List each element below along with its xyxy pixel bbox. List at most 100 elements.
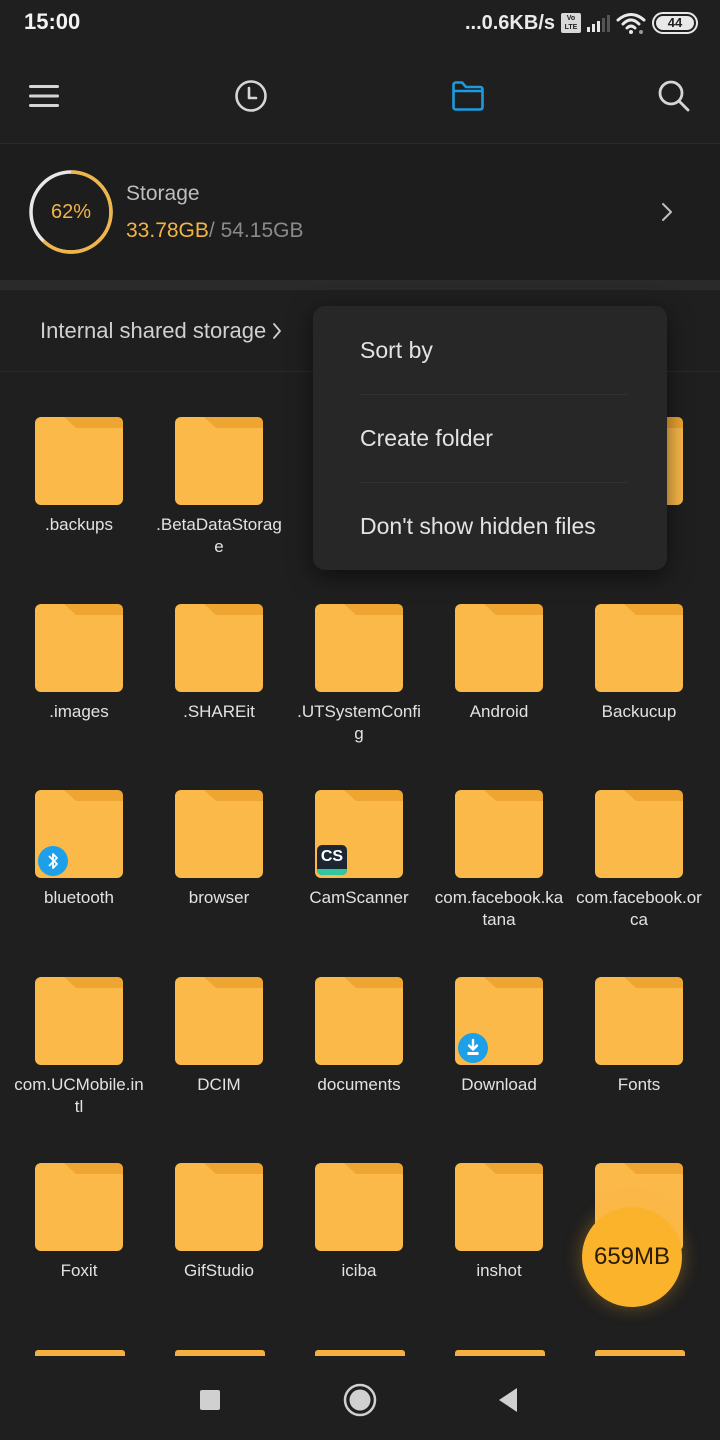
overflow-menu: Sort by Create folder Don't show hidden … xyxy=(313,306,667,570)
folder-images[interactable]: .images xyxy=(9,559,149,745)
folder-betadatastorage[interactable]: .BetaDataStorage xyxy=(149,372,289,558)
folder-peek xyxy=(35,1350,125,1356)
folder-icon xyxy=(315,976,403,1065)
folder-icon xyxy=(175,603,263,692)
folder-name: bluetooth xyxy=(44,888,114,907)
back-triangle-icon xyxy=(499,1388,517,1412)
folder-icon xyxy=(35,603,123,692)
system-navigation-bar xyxy=(0,1360,720,1440)
folder-name: Foxit xyxy=(60,1261,98,1280)
folder-camscanner[interactable]: CS CamScanner xyxy=(289,745,429,931)
camscanner-stripe xyxy=(317,869,347,875)
status-time: 15:00 xyxy=(24,9,81,34)
camscanner-label: CS xyxy=(320,848,344,865)
menu-item-hide-hidden-files[interactable]: Don't show hidden files xyxy=(313,482,667,570)
folder-com-facebook-orca[interactable]: com.facebook.orca xyxy=(569,745,709,931)
folder-name: com.UCMobile.intl xyxy=(14,1074,144,1116)
storage-used: 33.78GB xyxy=(126,219,209,242)
folder-name: .BetaDataStorage xyxy=(156,515,282,556)
cleanup-fab[interactable]: 659MB xyxy=(582,1207,682,1307)
folder-name: com.facebook.orca xyxy=(576,888,702,929)
folder-inshot[interactable]: inshot xyxy=(429,1118,569,1304)
menu-button[interactable] xyxy=(22,74,66,118)
volte-icon: Vo LTE xyxy=(561,13,581,33)
search-button[interactable] xyxy=(652,74,696,118)
folder-iciba[interactable]: iciba xyxy=(289,1118,429,1304)
folder-icon xyxy=(595,976,683,1065)
folder-name: CamScanner xyxy=(309,888,409,907)
folder-backups[interactable]: .backups xyxy=(9,372,149,558)
folder-icon xyxy=(35,976,123,1065)
back-button[interactable] xyxy=(486,1378,530,1422)
folder-bluetooth[interactable]: bluetooth xyxy=(9,745,149,931)
search-icon xyxy=(658,80,690,112)
folder-fonts[interactable]: Fonts xyxy=(569,932,709,1118)
folder-icon xyxy=(175,1163,263,1251)
chevron-right-icon xyxy=(662,203,672,221)
folder-name: Download xyxy=(461,1074,537,1094)
folder-peek xyxy=(315,1350,405,1356)
cell-signal-icon xyxy=(587,14,610,32)
folder-name: Android xyxy=(469,701,529,721)
folder-documents[interactable]: documents xyxy=(289,932,429,1118)
folder-name: Fonts xyxy=(617,1074,661,1094)
folder-com-ucmobile-intl[interactable]: com.UCMobile.intl xyxy=(9,932,149,1118)
folder-icon xyxy=(175,790,263,878)
folder-icon xyxy=(315,603,403,692)
folder-name: .SHAREit xyxy=(183,701,255,721)
folder-android[interactable]: Android xyxy=(429,559,569,745)
folder-name: iciba xyxy=(341,1261,377,1280)
status-indicators: ...0.6KB/s Vo LTE 44 xyxy=(465,9,698,37)
circle-home-icon xyxy=(343,1383,377,1417)
folder-icon xyxy=(595,603,683,692)
folder-name: .images xyxy=(49,701,109,721)
folder-icon xyxy=(35,417,123,505)
square-icon xyxy=(200,1390,220,1410)
section-divider xyxy=(0,280,720,290)
folder-icon xyxy=(455,790,543,878)
menu-item-sort-by[interactable]: Sort by xyxy=(313,306,667,394)
camscanner-icon: CS xyxy=(317,845,347,875)
volte-top: Vo xyxy=(566,15,576,22)
tab-files[interactable] xyxy=(446,74,490,118)
folder-icon xyxy=(175,976,263,1065)
folder-name: browser xyxy=(188,888,250,907)
folder-icon xyxy=(452,81,484,111)
folder-name: .backups xyxy=(44,515,114,534)
folder-gifstudio[interactable]: GifStudio xyxy=(149,1118,289,1304)
folder-icon xyxy=(175,417,263,505)
folder-icon xyxy=(455,1163,543,1251)
folder-backucup[interactable]: Backucup xyxy=(569,559,709,745)
battery-icon: 44 xyxy=(652,12,698,34)
storage-total: / 54.15GB xyxy=(208,219,304,242)
network-speed: ...0.6KB/s xyxy=(464,11,555,34)
home-button[interactable] xyxy=(338,1378,382,1422)
folder-name: .UTSystemConfig xyxy=(297,701,421,743)
folder-utsystemconfig[interactable]: .UTSystemConfig xyxy=(289,559,429,745)
top-navigation xyxy=(0,48,720,144)
recents-button[interactable] xyxy=(188,1378,232,1422)
breadcrumb-internal-storage[interactable]: Internal shared storage xyxy=(40,318,266,344)
clock-icon xyxy=(235,80,267,112)
tab-recent[interactable] xyxy=(229,74,273,118)
storage-usage-text: 33.78GB/ 54.15GB xyxy=(126,219,303,243)
folder-browser[interactable]: browser xyxy=(149,745,289,931)
folder-name: Backucup xyxy=(601,701,677,721)
folder-icon xyxy=(315,1163,403,1251)
download-icon xyxy=(458,1032,488,1063)
wifi-icon xyxy=(616,13,646,34)
folder-name: DCIM xyxy=(197,1074,241,1094)
hamburger-icon xyxy=(29,85,59,107)
storage-card[interactable]: 62% Storage 33.78GB/ 54.15GB xyxy=(0,145,720,280)
folder-shareit[interactable]: .SHAREit xyxy=(149,559,289,745)
folder-com-facebook-katana[interactable]: com.facebook.katana xyxy=(429,745,569,931)
folder-download[interactable]: Download xyxy=(429,932,569,1118)
status-bar: 15:00 ...0.6KB/s Vo LTE 44 xyxy=(0,0,720,48)
folder-peek xyxy=(455,1350,545,1356)
volte-bottom: LTE xyxy=(564,24,578,31)
folder-icon xyxy=(455,603,543,692)
menu-item-create-folder[interactable]: Create folder xyxy=(313,394,667,482)
chevron-right-icon xyxy=(273,322,282,339)
folder-dcim[interactable]: DCIM xyxy=(149,932,289,1118)
folder-foxit[interactable]: Foxit xyxy=(9,1118,149,1304)
